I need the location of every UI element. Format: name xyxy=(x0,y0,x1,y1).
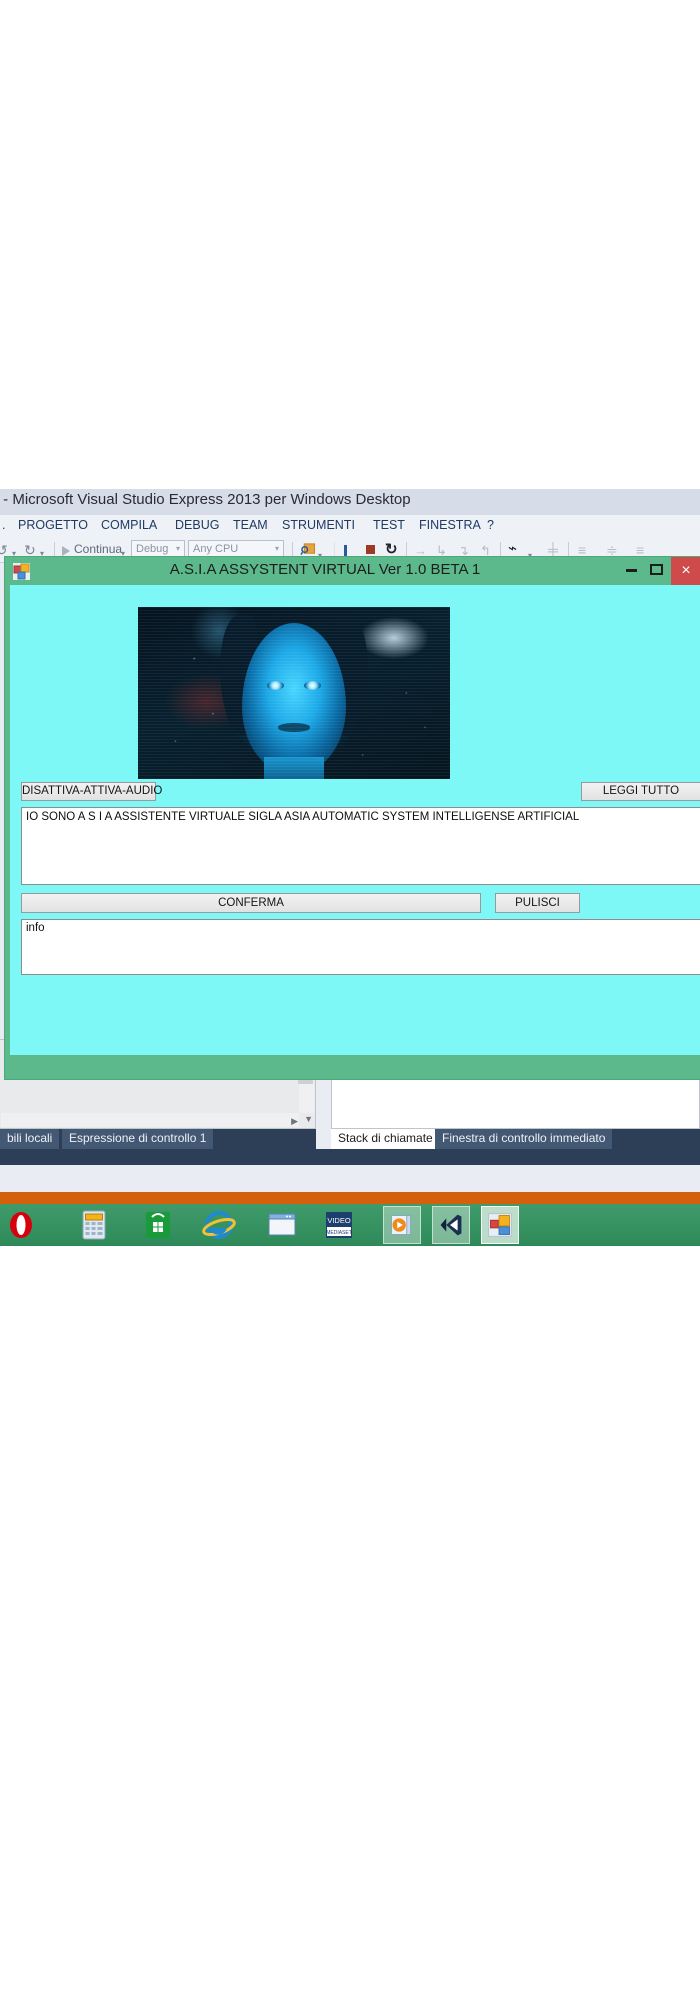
asia-title-text: A.S.I.A ASSYSTENT VIRTUAL Ver 1.0 BETA 1 xyxy=(169,561,481,578)
info-text-area[interactable]: info xyxy=(21,919,700,975)
taskbar: VIDEO MEDIASET xyxy=(0,1204,700,1246)
taskbar-item-asia-app[interactable] xyxy=(481,1206,519,1244)
taskbar-item-store[interactable] xyxy=(139,1206,177,1244)
menu-item-0[interactable]: . xyxy=(2,518,5,532)
vs-title-text: ) - Microsoft Visual Studio Express 2013… xyxy=(0,491,411,508)
output-horizontal-scrollbar[interactable] xyxy=(1,1113,299,1127)
svg-text:VIDEO: VIDEO xyxy=(327,1216,351,1225)
menu-item-finestra[interactable]: FINESTRA xyxy=(419,518,481,532)
stop-icon[interactable] xyxy=(366,545,375,554)
tool-window-tabs-left: bili locali Espressione di controllo 1 xyxy=(0,1129,316,1149)
pause-icon[interactable] xyxy=(344,544,353,575)
menu-item-help[interactable]: ? xyxy=(487,518,494,532)
taskbar-item-calculator[interactable] xyxy=(75,1206,113,1244)
video-mediaset-icon: VIDEO MEDIASET xyxy=(326,1212,352,1238)
minimize-button[interactable] xyxy=(626,569,637,572)
tab-finestra-controllo-immediato[interactable]: Finestra di controllo immediato xyxy=(435,1129,613,1149)
continue-play-icon[interactable] xyxy=(62,546,70,556)
close-button[interactable]: × xyxy=(671,557,700,585)
vs-title-bar: ) - Microsoft Visual Studio Express 2013… xyxy=(0,489,700,515)
menu-item-progetto[interactable]: PROGETTO xyxy=(18,518,88,532)
tool-window-tabs-right: Stack di chiamate Finestra di controllo … xyxy=(331,1129,700,1149)
visual-studio-icon xyxy=(440,1214,462,1236)
continue-label[interactable]: Continua xyxy=(74,542,122,556)
taskbar-item-video-mediaset[interactable]: VIDEO MEDIASET xyxy=(320,1206,358,1244)
chevron-down-icon: ▾ xyxy=(274,544,279,553)
vs-status-bar xyxy=(0,1149,700,1165)
internet-explorer-icon xyxy=(202,1211,236,1239)
toggle-audio-button[interactable]: DISATTIVA-ATTIVA-AUDIO xyxy=(21,782,162,801)
ai-assistant-face-image xyxy=(138,607,450,779)
asia-application-window: A.S.I.A ASSYSTENT VIRTUAL Ver 1.0 BETA 1… xyxy=(4,556,700,1080)
taskbar-item-visual-studio[interactable] xyxy=(432,1206,470,1244)
taskbar-accent-strip xyxy=(0,1192,700,1204)
taskbar-item-explorer-window[interactable] xyxy=(263,1206,301,1244)
media-player-icon xyxy=(391,1215,411,1235)
main-text-area[interactable]: IO SONO A S I A ASSISTENTE VIRTUALE SIGL… xyxy=(21,807,700,885)
taskbar-item-media-player[interactable] xyxy=(383,1206,421,1244)
opera-icon xyxy=(10,1212,32,1238)
tab-stack-di-chiamate[interactable]: Stack di chiamate xyxy=(331,1129,440,1149)
confirm-button[interactable]: CONFERMA xyxy=(21,893,481,913)
taskbar-item-internet-explorer[interactable] xyxy=(200,1206,238,1244)
svg-text:MEDIASET: MEDIASET xyxy=(326,1230,352,1236)
breakpoints-icon[interactable]: ⌁ xyxy=(508,541,517,557)
scroll-right-icon[interactable]: ▶ xyxy=(291,1116,298,1127)
clear-button[interactable]: PULISCI xyxy=(495,893,580,913)
asia-app-icon xyxy=(488,1213,512,1237)
menu-item-team[interactable]: TEAM xyxy=(233,518,268,532)
menu-item-strumenti[interactable]: STRUMENTI xyxy=(282,518,355,532)
windows-store-icon xyxy=(146,1212,170,1238)
taskbar-item-opera[interactable] xyxy=(2,1206,40,1244)
scroll-down-icon[interactable]: ▼ xyxy=(304,1114,313,1124)
find-icon[interactable] xyxy=(300,542,316,557)
maximize-button[interactable] xyxy=(650,564,663,575)
tab-espressione-controllo-1[interactable]: Espressione di controllo 1 xyxy=(62,1129,214,1149)
menu-item-debug[interactable]: DEBUG xyxy=(175,518,219,532)
vs-menu-bar: . PROGETTO COMPILA DEBUG TEAM STRUMENTI … xyxy=(0,515,700,537)
read-all-button[interactable]: LEGGI TUTTO xyxy=(581,782,700,801)
tab-variabili-locali[interactable]: bili locali xyxy=(0,1129,60,1149)
screen: ) - Microsoft Visual Studio Express 2013… xyxy=(0,0,700,2000)
asia-client-area: DISATTIVA-ATTIVA-AUDIO LEGGI TUTTO IO SO… xyxy=(10,585,700,1055)
asia-title-bar[interactable]: A.S.I.A ASSYSTENT VIRTUAL Ver 1.0 BETA 1… xyxy=(5,557,700,585)
platform-value: Any CPU xyxy=(193,543,239,555)
calculator-icon xyxy=(82,1210,106,1240)
chevron-down-icon: ▾ xyxy=(175,544,180,553)
menu-item-test[interactable]: TEST xyxy=(373,518,405,532)
explorer-window-icon xyxy=(268,1213,296,1236)
menu-item-compila[interactable]: COMPILA xyxy=(101,518,157,532)
configuration-value: Debug xyxy=(136,543,169,555)
